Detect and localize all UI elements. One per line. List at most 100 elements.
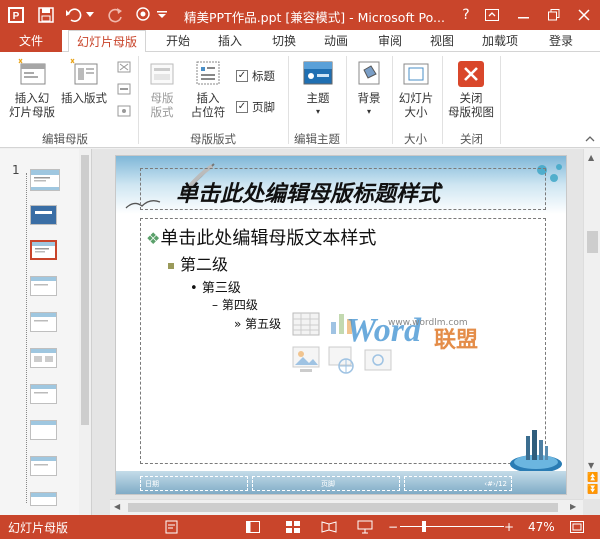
tab-home[interactable]: 开始 [166,30,190,52]
minimize-icon[interactable] [514,5,534,25]
insert-slide-master-button[interactable]: 插入幻 灯片母版 [8,58,56,119]
scroll-up-icon[interactable]: ▲ [588,153,594,162]
collapse-ribbon-icon[interactable] [585,132,595,146]
insert-placeholder-button[interactable]: 插入 占位符 [184,58,232,119]
delete-icon[interactable] [116,60,132,77]
scroll-right-icon[interactable]: ▶ [570,502,576,511]
city-globe-icon [508,426,564,477]
rename-icon[interactable] [116,82,132,99]
slide-size-icon [401,58,431,88]
ribbon-separator [500,56,501,144]
chevron-down-icon: ▾ [366,107,371,116]
tab-view[interactable]: 视图 [430,30,454,52]
tab-review[interactable]: 审阅 [378,30,402,52]
layout-thumbnail[interactable] [30,348,57,368]
slide-title: 单击此处编辑母版标题样式 [176,182,441,207]
master-layout-button[interactable]: 母版 版式 [142,58,182,119]
theme-button[interactable]: 主题 ▾ [298,58,338,119]
slide-number-placeholder[interactable]: ‹#›/12 [404,476,512,491]
footer-placeholder[interactable]: 页脚 [252,476,400,491]
redo-icon[interactable] [106,5,126,25]
tab-animations[interactable]: 动画 [324,30,348,52]
slide-size-label: 幻灯片 大小 [398,91,434,119]
tab-addins[interactable]: 加载项 [482,30,518,52]
scroll-down-icon[interactable]: ▼ [588,461,594,470]
layout-thumbnail[interactable] [30,384,57,404]
footer-checkbox[interactable]: ✓ 页脚 [236,99,275,115]
square-bullet-icon [168,262,174,269]
tab-slide-master[interactable]: 幻灯片母版 [68,30,147,53]
close-window-icon[interactable] [574,5,594,25]
ribbon: 插入幻 灯片母版 插入版式 编辑母版 母版 版式 插入 占位符 ✓ 标题 ✓ 页… [0,52,600,148]
normal-view-icon[interactable] [244,519,262,535]
ribbon-display-icon[interactable] [482,5,502,25]
zoom-slider[interactable] [400,526,504,527]
next-slide-icon[interactable]: ⏬ [587,485,598,495]
fit-slide-icon[interactable] [568,519,586,535]
diamond-bullet-icon: ❖ [146,229,161,248]
master-layout-icon [147,58,177,88]
slide-horizontal-scrollbar[interactable]: ◀ ▶ [110,499,583,515]
date-placeholder[interactable]: 日期 [140,476,248,491]
undo-icon[interactable] [64,5,84,25]
footer-checkbox-label: 页脚 [252,100,275,114]
insert-layout-label: 插入版式 [61,91,107,105]
text-level-3-label: 第三级 [201,281,241,296]
notes-icon[interactable] [164,519,180,535]
layout-thumbnail[interactable] [30,276,57,296]
slide-vertical-scrollbar[interactable]: ▲ ▼ ⏫ ⏬ [583,149,600,499]
master-thumbnail[interactable] [30,169,60,191]
reading-view-icon[interactable] [320,519,338,535]
scrollbar-thumb[interactable] [81,155,89,425]
scroll-left-icon[interactable]: ◀ [114,502,120,511]
chevron-down-icon: ▾ [315,107,320,116]
slide-size-button[interactable]: 幻灯片 大小 [396,58,436,119]
insert-online-picture-icon[interactable] [328,346,356,377]
touch-mode-icon[interactable] [134,5,154,25]
background-label: 背景 [357,91,381,105]
layout-thumbnail[interactable] [30,492,57,506]
slide-canvas[interactable]: 单击此处编辑母版标题样式 ❖单击此处编辑母版文本样式 第二级 • 第三级 – 第… [115,155,567,495]
layout-thumbnail[interactable] [30,312,57,332]
customize-qa-icon[interactable] [156,5,168,25]
layout-thumbnail-selected[interactable] [30,240,57,260]
theme-icon [302,58,334,88]
undo-dropdown-icon[interactable] [84,5,96,25]
thumbnail-connector [26,173,28,503]
thumbnail-scrollbar[interactable] [79,149,91,515]
scrollbar-thumb[interactable] [587,231,598,253]
tab-signin[interactable]: 登录 [549,30,573,52]
tab-insert[interactable]: 插入 [218,30,242,52]
zoom-slider-thumb[interactable] [421,521,426,532]
slide-sorter-icon[interactable] [284,519,302,535]
tab-file[interactable]: 文件 [0,30,62,52]
background-button[interactable]: 背景 ▾ [350,58,388,119]
scrollbar-thumb[interactable] [128,503,558,512]
insert-picture-icon[interactable] [292,346,320,377]
dash-bullet-icon: – [212,298,222,312]
save-icon[interactable] [36,5,56,25]
insert-layout-button[interactable]: 插入版式 [58,58,110,105]
title-checkbox[interactable]: ✓ 标题 [236,68,275,84]
edit-theme-group-label: 编辑主题 [294,132,340,146]
slide-number: 1 [12,163,20,177]
close-master-view-button[interactable]: 关闭 母版视图 [446,58,496,119]
insert-table-icon[interactable] [292,312,320,339]
preserve-icon[interactable] [116,104,132,121]
help-button[interactable]: ? [456,5,476,25]
placeholder-icon [193,58,223,88]
zoom-level[interactable]: 47% [528,519,555,535]
zoom-in-button[interactable]: + [504,519,514,535]
insert-placeholder-label: 插入 占位符 [190,91,226,119]
layout-thumbnail[interactable] [30,205,57,225]
restore-icon[interactable] [544,5,564,25]
text-level-2: 第二级 [168,251,228,275]
layout-thumbnail[interactable] [30,420,57,440]
powerpoint-icon[interactable]: P [6,5,26,25]
zoom-out-button[interactable]: − [388,519,398,535]
layout-thumbnail[interactable] [30,456,57,476]
slideshow-icon[interactable] [356,519,374,535]
tab-transitions[interactable]: 切换 [272,30,296,52]
prev-slide-icon[interactable]: ⏫ [587,473,598,483]
insert-video-icon[interactable] [364,348,392,377]
